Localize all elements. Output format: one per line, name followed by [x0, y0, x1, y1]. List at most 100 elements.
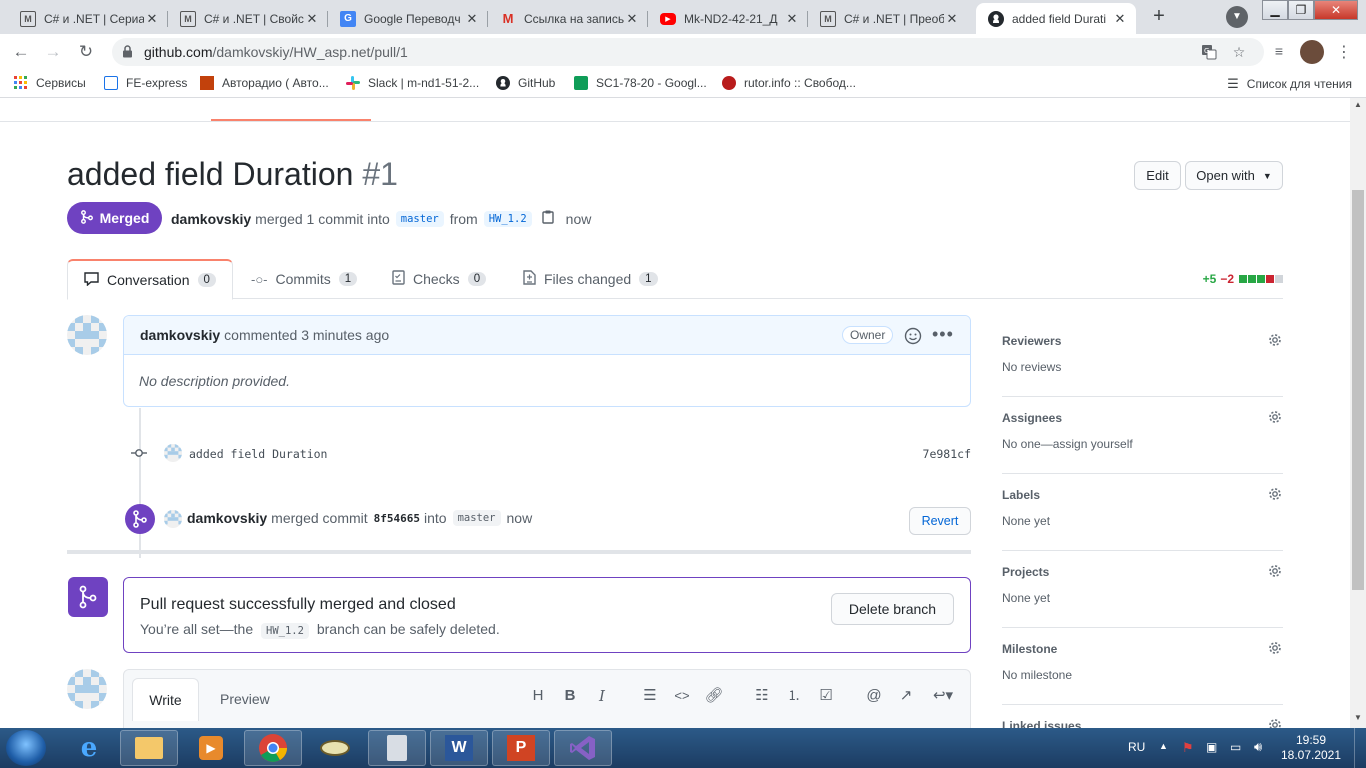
bold-icon[interactable]: B: [560, 686, 580, 706]
back-arrow-icon[interactable]: ←: [10, 42, 32, 64]
delete-branch-button[interactable]: Delete branch: [831, 593, 954, 625]
windows-start-button[interactable]: [6, 730, 46, 766]
merge-branch[interactable]: master: [452, 510, 501, 526]
language-indicator[interactable]: RU: [1128, 740, 1145, 754]
scroll-up-arrow[interactable]: ▲: [1354, 100, 1362, 109]
scrollbar-thumb[interactable]: [1352, 190, 1364, 590]
translate-icon[interactable]: G: [1200, 44, 1218, 62]
minimize-button[interactable]: ▁: [1262, 0, 1288, 20]
close-icon[interactable]: ✕: [624, 11, 640, 27]
file-explorer-icon[interactable]: [120, 730, 178, 766]
merge-commit-sha[interactable]: 8f54665: [374, 512, 420, 525]
chrome-icon[interactable]: [244, 730, 302, 766]
heading-icon[interactable]: H: [528, 686, 548, 706]
sidebar-heading[interactable]: Milestone: [1002, 642, 1057, 656]
volume-icon[interactable]: 🔊︎: [1254, 739, 1262, 755]
tab-commits[interactable]: -○- Commits 1: [251, 259, 358, 299]
author-link[interactable]: damkovskiy: [171, 211, 251, 227]
close-icon[interactable]: ✕: [1112, 11, 1128, 27]
media-player-icon[interactable]: ▶: [182, 730, 240, 766]
preview-tab[interactable]: Preview: [220, 691, 270, 707]
close-icon[interactable]: ✕: [304, 11, 320, 27]
calculator-icon[interactable]: [368, 730, 426, 766]
gear-icon[interactable]: [1267, 717, 1283, 728]
visual-studio-icon[interactable]: [554, 730, 612, 766]
close-icon[interactable]: ✕: [464, 11, 480, 27]
comment-timestamp[interactable]: commented 3 minutes ago: [224, 327, 389, 343]
close-icon[interactable]: ✕: [144, 11, 160, 27]
kebab-horizontal-icon[interactable]: •••: [932, 324, 954, 345]
bookmark-avtoradio[interactable]: Авторадио ( Авто...: [200, 76, 329, 90]
unordered-list-icon[interactable]: ☷: [752, 686, 772, 706]
browser-tab-active[interactable]: added field Durati ✕: [976, 3, 1136, 34]
bookmark-rutor[interactable]: rutor.info :: Свобод...: [722, 76, 856, 90]
bookmark-sheets[interactable]: SC1-78-20 - Googl...: [574, 76, 707, 90]
browser-tab[interactable]: M C# и .NET | Сериа ✕: [8, 3, 168, 34]
base-branch[interactable]: master: [395, 210, 444, 227]
reload-icon[interactable]: ↻: [75, 42, 97, 64]
forward-arrow-icon[interactable]: →: [42, 42, 64, 64]
italic-icon[interactable]: I: [592, 686, 612, 706]
merge-author[interactable]: damkovskiy: [187, 510, 267, 526]
reading-list-icon[interactable]: ≡: [1270, 43, 1288, 61]
page-scrollbar[interactable]: ▲ ▼: [1350, 98, 1366, 728]
star-icon[interactable]: ☆: [1230, 44, 1248, 62]
head-branch[interactable]: HW_1.2: [483, 210, 532, 227]
task-list-icon[interactable]: ☑: [816, 686, 836, 706]
gear-icon[interactable]: [1267, 486, 1283, 502]
window-close-button[interactable]: ✕: [1314, 0, 1358, 20]
avatar[interactable]: [164, 510, 182, 528]
address-bar[interactable]: github.com/damkovskiy/HW_asp.net/pull/1 …: [112, 38, 1264, 66]
powerpoint-icon[interactable]: P: [492, 730, 550, 766]
avatar[interactable]: [164, 444, 182, 462]
scroll-down-arrow[interactable]: ▼: [1354, 713, 1362, 722]
gear-icon[interactable]: [1267, 409, 1283, 425]
copy-icon[interactable]: [541, 210, 554, 227]
smiley-icon[interactable]: [904, 327, 922, 348]
gear-icon[interactable]: [1267, 563, 1283, 579]
quote-icon[interactable]: ☰: [640, 686, 660, 706]
browser-tab[interactable]: G Google Переводч ✕: [328, 3, 488, 34]
internet-explorer-icon[interactable]: e: [60, 730, 118, 766]
code-icon[interactable]: <>: [672, 686, 692, 706]
gear-icon[interactable]: [1267, 332, 1283, 348]
sidebar-heading[interactable]: Reviewers: [1002, 334, 1061, 348]
comment-author[interactable]: damkovskiy: [140, 327, 220, 343]
maximize-button[interactable]: ❐: [1288, 0, 1314, 20]
close-icon[interactable]: ✕: [784, 11, 800, 27]
word-icon[interactable]: W: [430, 730, 488, 766]
mention-icon[interactable]: @: [864, 686, 884, 706]
bookmark-services[interactable]: Сервисы: [14, 76, 86, 90]
close-icon[interactable]: ✕: [944, 11, 960, 27]
edit-button[interactable]: Edit: [1134, 161, 1181, 190]
browser-tab[interactable]: M C# и .NET | Преоб ✕: [808, 3, 968, 34]
sidebar-heading[interactable]: Projects: [1002, 565, 1049, 579]
eye-app-icon[interactable]: [306, 730, 364, 766]
new-tab-button[interactable]: +: [1146, 5, 1172, 29]
head-branch[interactable]: HW_1.2: [261, 623, 309, 639]
avatar[interactable]: [67, 315, 107, 355]
flag-icon[interactable]: ⚑: [1182, 740, 1194, 756]
bookmark-github[interactable]: GitHub: [496, 76, 555, 90]
reply-icon[interactable]: ↩▾: [928, 686, 958, 706]
network-icon[interactable]: ▭: [1230, 740, 1241, 754]
tab-search-icon[interactable]: ▼: [1226, 6, 1248, 28]
sidebar-heading[interactable]: Labels: [1002, 488, 1040, 502]
browser-tab[interactable]: ▶ Mk-ND2-42-21_Д ✕: [648, 3, 808, 34]
cross-reference-icon[interactable]: ↗: [896, 686, 916, 706]
system-clock[interactable]: 19:59 18.07.2021: [1278, 733, 1344, 763]
avatar[interactable]: [67, 669, 107, 709]
write-tab[interactable]: Write: [132, 678, 199, 721]
tab-checks[interactable]: Checks 0: [392, 259, 487, 299]
tab-conversation[interactable]: Conversation 0: [67, 259, 233, 300]
tab-files-changed[interactable]: Files changed 1: [523, 259, 658, 299]
sidebar-value[interactable]: No one—assign yourself: [1002, 437, 1133, 451]
gear-icon[interactable]: [1267, 640, 1283, 656]
revert-button[interactable]: Revert: [909, 507, 971, 535]
sidebar-heading[interactable]: Assignees: [1002, 411, 1062, 425]
open-with-button[interactable]: Open with ▼: [1185, 161, 1283, 190]
ordered-list-icon[interactable]: ⒈: [784, 686, 804, 706]
reading-list-button[interactable]: ☰ Список для чтения: [1227, 76, 1352, 92]
device-icon[interactable]: ▣: [1206, 740, 1217, 754]
browser-tab[interactable]: M C# и .NET | Свойс ✕: [168, 3, 328, 34]
